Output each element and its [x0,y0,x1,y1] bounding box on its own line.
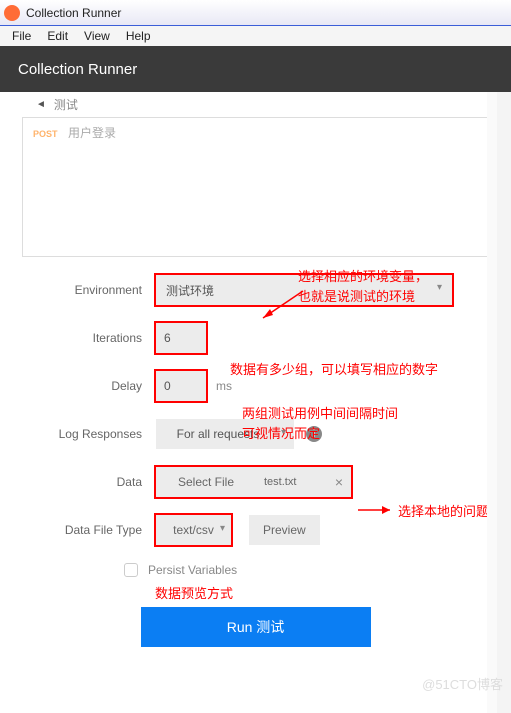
info-icon[interactable]: i [306,426,322,442]
request-list-box: POST 用户登录 [22,117,489,257]
data-label: Data [16,475,156,489]
persist-label: Persist Variables [148,563,237,577]
log-responses-select[interactable]: For all requests [156,419,294,449]
window-titlebar: Collection Runner [0,0,511,26]
app-icon [4,5,20,21]
persist-variables-row[interactable]: Persist Variables [124,563,495,577]
log-responses-label: Log Responses [16,427,156,441]
content-area: ◄ 测试 POST 用户登录 Environment 测试环境 Iteratio… [0,92,511,713]
page-header: Collection Runner [0,46,511,92]
window-title: Collection Runner [26,6,121,20]
select-file-button[interactable]: Select File [156,467,256,497]
request-name[interactable]: 用户登录 [68,126,116,140]
file-type-select[interactable]: text/csv [156,515,231,545]
scrollbar-outer[interactable] [497,92,511,713]
menu-file[interactable]: File [4,27,39,45]
scrollbar-inner[interactable] [487,92,497,713]
watermark: @51CTO博客 [422,674,503,693]
menu-edit[interactable]: Edit [39,27,76,45]
page-title: Collection Runner [18,61,137,78]
back-arrow-icon[interactable]: ◄ [36,99,46,110]
selected-file-name: test.txt × [256,467,351,497]
delay-input[interactable] [156,371,206,401]
iterations-input[interactable] [156,323,206,353]
iterations-label: Iterations [16,331,156,345]
data-file-type-label: Data File Type [16,523,156,537]
delay-label: Delay [16,379,156,393]
menu-view[interactable]: View [76,27,118,45]
preview-button[interactable]: Preview [249,515,320,545]
request-method: POST [33,129,58,139]
delay-unit: ms [216,379,232,393]
runner-form: Environment 测试环境 Iterations Delay ms Log… [16,265,495,647]
clear-file-icon[interactable]: × [335,474,343,490]
environment-label: Environment [16,283,156,297]
menu-help[interactable]: Help [118,27,159,45]
breadcrumb-name: 测试 [54,96,78,113]
breadcrumb[interactable]: ◄ 测试 [16,92,495,117]
menu-bar: File Edit View Help [0,26,511,46]
persist-checkbox[interactable] [124,563,138,577]
run-button[interactable]: Run 测试 [141,607,371,647]
environment-select[interactable]: 测试环境 [156,275,452,305]
